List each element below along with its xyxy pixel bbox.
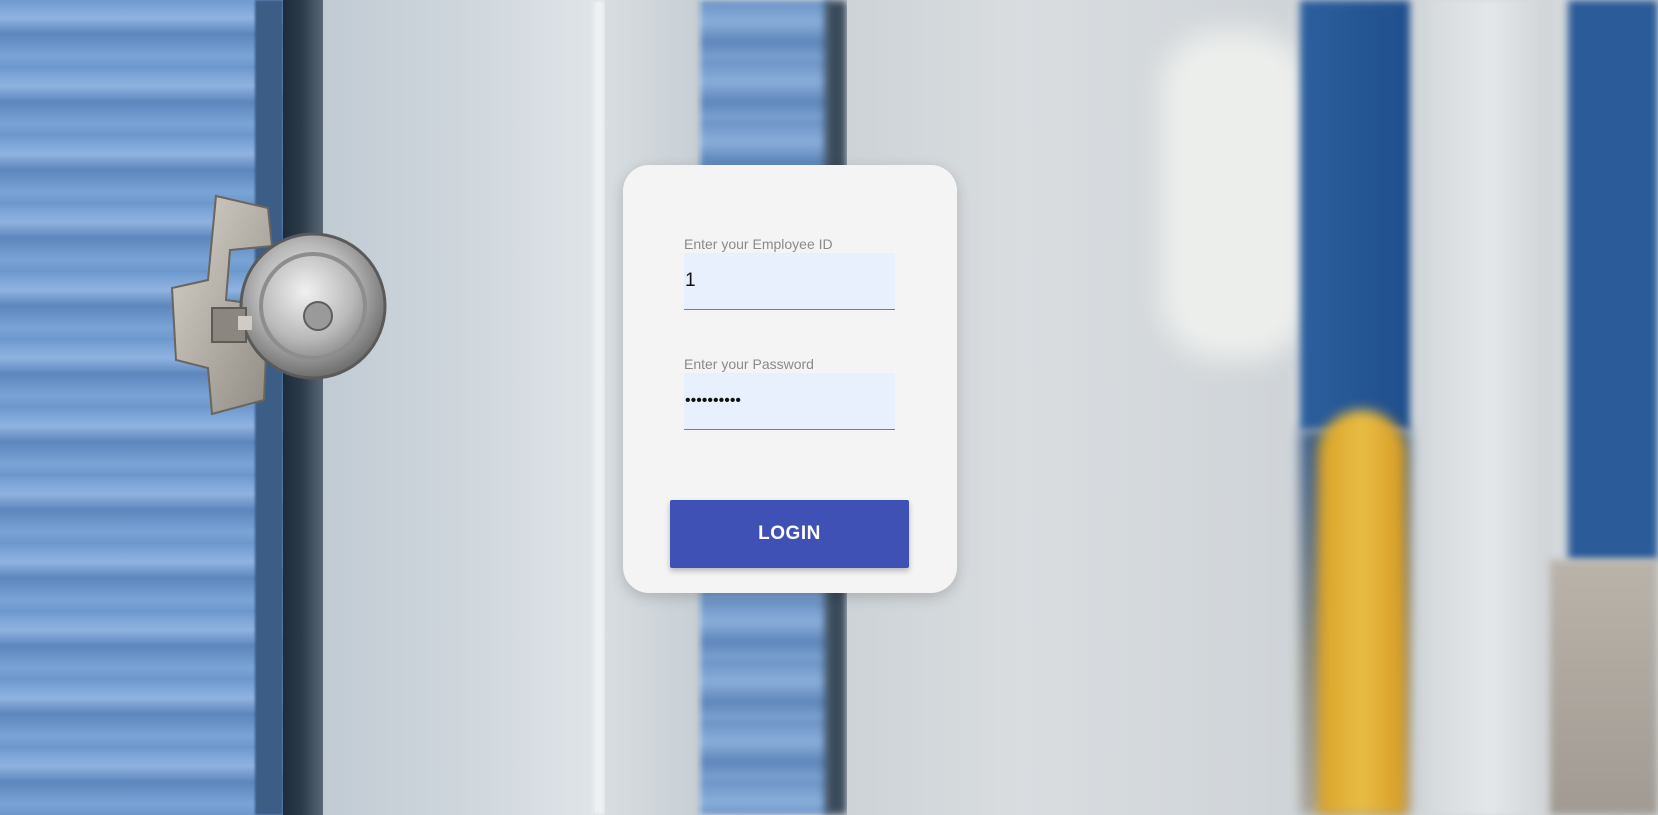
login-button[interactable]: LOGIN	[670, 500, 909, 568]
employee-id-input[interactable]	[684, 253, 895, 310]
light-fixture	[1160, 30, 1310, 360]
login-card: Enter your Employee ID Enter your Passwo…	[623, 165, 957, 593]
blue-storage-door	[1300, 0, 1410, 430]
wall-highlight	[593, 0, 605, 815]
blue-storage-door	[1568, 0, 1658, 560]
employee-id-field: Enter your Employee ID	[684, 236, 895, 310]
password-field: Enter your Password	[684, 356, 895, 430]
pillar	[1430, 0, 1550, 815]
employee-id-label: Enter your Employee ID	[684, 236, 833, 252]
password-input[interactable]	[684, 373, 895, 430]
ground	[1550, 560, 1658, 815]
yellow-bollard	[1318, 410, 1406, 815]
padlock-icon	[170, 194, 387, 416]
password-label: Enter your Password	[684, 356, 814, 372]
